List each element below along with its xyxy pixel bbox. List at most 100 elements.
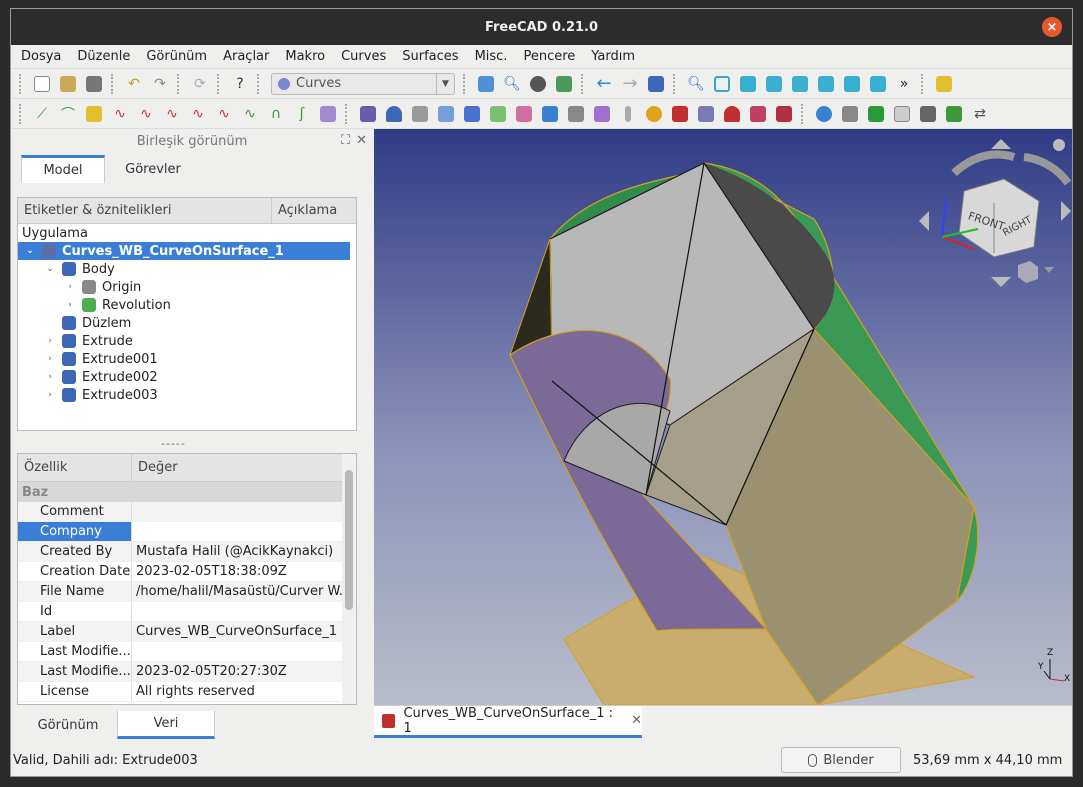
solid-tool-button[interactable] [837, 102, 863, 126]
left-view-button[interactable] [865, 72, 891, 96]
isometric-view-button[interactable] [709, 72, 735, 96]
surface-tool-2-button[interactable] [315, 102, 341, 126]
surface-tool-4-button[interactable] [381, 102, 407, 126]
menu-pencere[interactable]: Pencere [515, 49, 583, 64]
undo-button[interactable]: ↶ [121, 72, 147, 96]
solid-dark-button[interactable] [915, 102, 941, 126]
nav-menu-icon[interactable] [1053, 139, 1065, 151]
bounding-box-button[interactable] [551, 72, 577, 96]
property-value[interactable] [132, 502, 342, 521]
tree-item[interactable]: Düzlem [18, 314, 356, 332]
close-tab-icon[interactable]: ✕ [631, 713, 642, 728]
toolbar-grip[interactable] [921, 73, 927, 94]
link-button[interactable] [643, 72, 669, 96]
tree-expander-icon[interactable]: › [44, 336, 56, 346]
save-button[interactable] [81, 72, 107, 96]
toolbar-grip[interactable] [177, 73, 183, 94]
workbench-selector[interactable]: Curves ▼ [271, 72, 455, 95]
menu-dosya[interactable]: Dosya [13, 49, 69, 64]
curve-tool-3-button[interactable]: ∿ [159, 102, 185, 126]
3d-scene[interactable]: FRONT RIGHT Z Y X [374, 129, 1073, 705]
sphere-tool-button[interactable] [641, 102, 667, 126]
toolbar-grip[interactable] [19, 73, 25, 94]
tree-expander-icon[interactable]: › [64, 300, 76, 310]
tree-item[interactable]: ⌄ Body [18, 260, 356, 278]
curve-tool-1-button[interactable]: ∿ [107, 102, 133, 126]
property-group-baz[interactable]: Baz [18, 482, 356, 502]
toolbar-grip[interactable] [111, 73, 117, 94]
nav-small-dropdown-icon[interactable] [1044, 267, 1054, 273]
document-tool-button[interactable] [889, 102, 915, 126]
property-row[interactable]: File Name/home/halil/Masaüstü/Curver W..… [18, 582, 342, 602]
property-value[interactable] [132, 642, 342, 661]
property-scrollbar[interactable] [342, 454, 356, 704]
surface-tool-8-button[interactable] [485, 102, 511, 126]
toolbar-grip[interactable] [19, 103, 25, 124]
surface-tool-10-button[interactable] [537, 102, 563, 126]
property-column-value[interactable]: Değer [132, 454, 356, 481]
property-value[interactable]: All rights reserved [132, 682, 342, 701]
property-row[interactable]: Company [18, 522, 342, 542]
rotate-right-icon[interactable] [1023, 153, 1072, 186]
property-row[interactable]: Creation Date 2023-02-05T18:38:09Z [18, 562, 342, 582]
tree-column-labels[interactable]: Etiketler & öznitelikleri [18, 198, 272, 223]
surface-tool-3-button[interactable] [355, 102, 381, 126]
panel-splitter[interactable]: ----- [161, 437, 186, 450]
curve-tool-2-button[interactable]: ∿ [133, 102, 159, 126]
toolbar-overflow-button[interactable]: » [891, 72, 917, 96]
nav-arrow-left-icon[interactable] [919, 211, 929, 231]
curve-tool-6-button[interactable]: ∿ [237, 102, 263, 126]
surface-tool-12-button[interactable] [589, 102, 615, 126]
tree-item[interactable]: ⌄ Curves_WB_CurveOnSurface_1 [18, 242, 350, 260]
nav-arrow-down-icon[interactable] [991, 277, 1011, 287]
rotate-left-icon[interactable] [951, 150, 1016, 177]
property-row[interactable]: Created By Mustafa Halil (@AcikKaynakci) [18, 542, 342, 562]
toolbar-grip[interactable] [801, 103, 807, 124]
blend-tool-button[interactable] [667, 102, 693, 126]
surface-tool-7-button[interactable] [459, 102, 485, 126]
toolbar-grip[interactable] [463, 73, 469, 94]
curve-tool-8-button[interactable]: ʃ [289, 102, 315, 126]
surface-tool-button[interactable] [81, 102, 107, 126]
tree-item[interactable]: › Extrude003 [18, 386, 356, 404]
property-row[interactable]: Comment [18, 502, 342, 522]
surface-tool-5-button[interactable] [407, 102, 433, 126]
tree-expander-icon[interactable]: › [44, 390, 56, 400]
property-value[interactable]: /home/halil/Masaüstü/Curver W... [132, 582, 342, 601]
nav-small-cube-icon[interactable] [1018, 261, 1038, 283]
menu-makro[interactable]: Makro [277, 49, 333, 64]
property-row[interactable]: Last Modifie... 2023-02-05T20:27:30Z [18, 662, 342, 682]
rear-view-button[interactable] [813, 72, 839, 96]
tab-gorevler[interactable]: Görevler [105, 155, 201, 183]
toolbar-grip[interactable] [673, 73, 679, 94]
bottom-view-button[interactable] [839, 72, 865, 96]
line-tool-button[interactable]: ⟋ [29, 102, 55, 126]
zoom-view-button[interactable]: 🔍︎ [683, 72, 709, 96]
menu-duzenle[interactable]: Düzenle [69, 49, 138, 64]
refresh-button[interactable]: ⟳ [187, 72, 213, 96]
property-value[interactable] [132, 602, 342, 621]
toolbar-grip[interactable] [257, 73, 263, 94]
tree-expander-icon[interactable]: › [44, 372, 56, 382]
shell-tool-button[interactable] [693, 102, 719, 126]
menu-curves[interactable]: Curves [333, 49, 394, 64]
scrollbar-thumb[interactable] [345, 470, 353, 610]
more-tool-button[interactable]: ⇄ [967, 102, 993, 126]
new-file-button[interactable] [29, 72, 55, 96]
tree-item[interactable]: › Extrude002 [18, 368, 356, 386]
tree-expander-icon[interactable]: › [64, 282, 76, 292]
fit-all-button[interactable] [473, 72, 499, 96]
property-value[interactable]: 2023-02-05T18:38:09Z [132, 562, 342, 581]
tree-item[interactable]: › Extrude [18, 332, 356, 350]
redo-button[interactable]: ↷ [147, 72, 173, 96]
menu-surfaces[interactable]: Surfaces [394, 49, 466, 64]
nav-arrow-up-icon[interactable] [991, 139, 1011, 149]
property-value[interactable]: Curves_WB_CurveOnSurface_1 [132, 622, 342, 641]
menu-araclar[interactable]: Araçlar [215, 49, 277, 64]
float-panel-icon[interactable]: ⛶ [341, 133, 350, 148]
curve-tool-7-button[interactable]: ∩ [263, 102, 289, 126]
curve-tool-4-button[interactable]: ∿ [185, 102, 211, 126]
forward-button[interactable]: → [617, 72, 643, 96]
right-view-button[interactable] [787, 72, 813, 96]
surface-tool-9-button[interactable] [511, 102, 537, 126]
